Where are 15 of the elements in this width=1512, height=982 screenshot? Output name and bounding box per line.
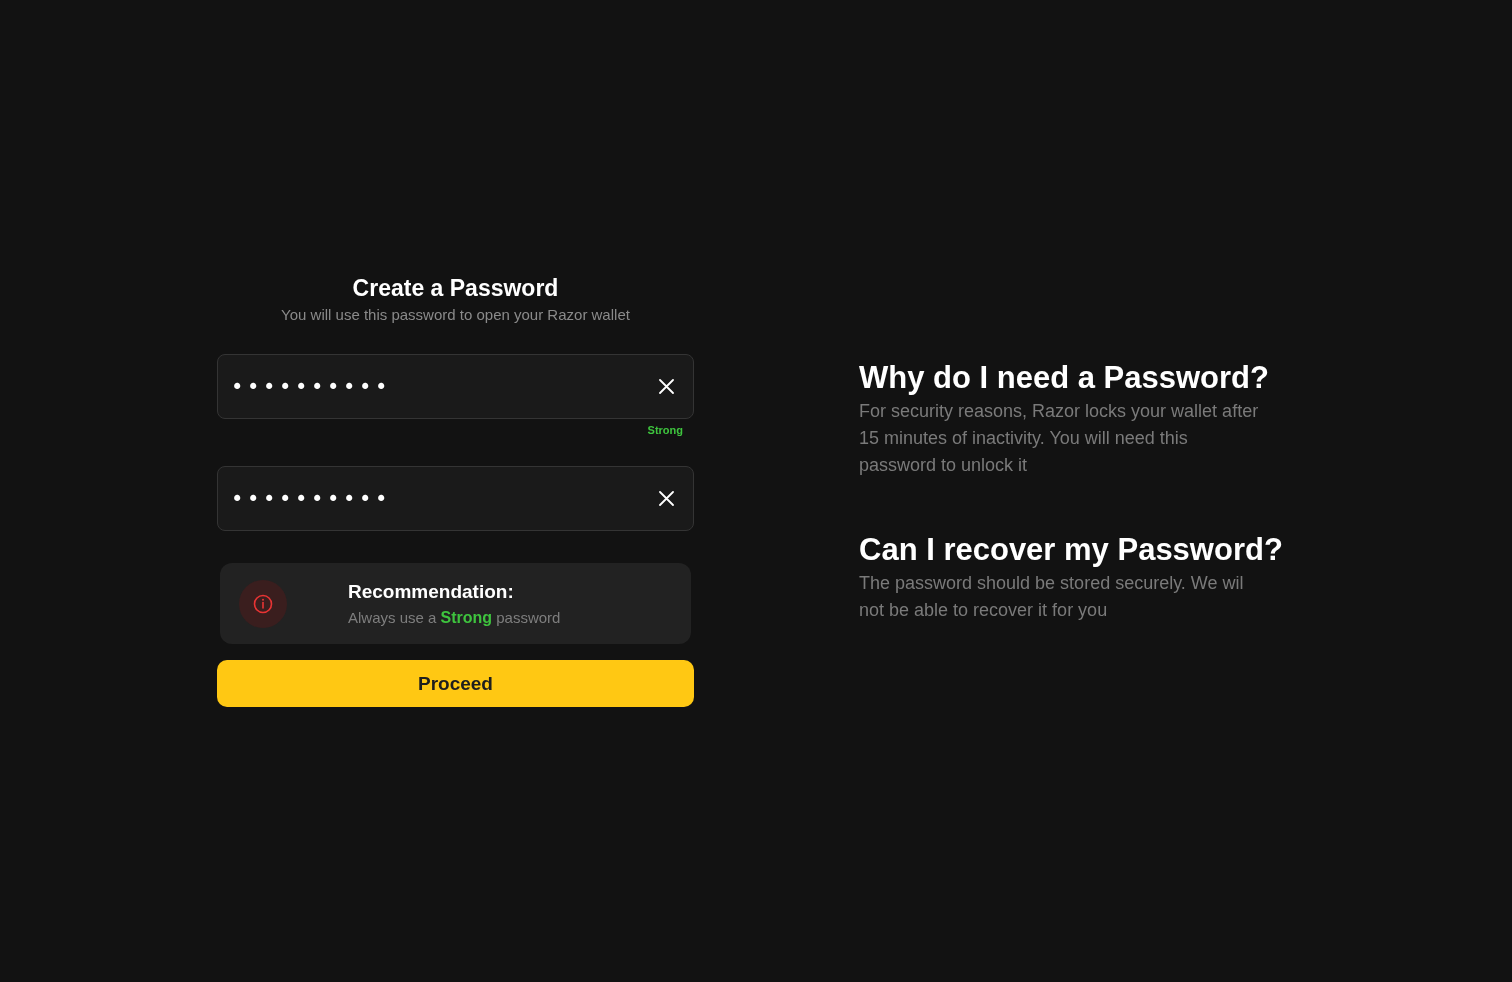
strength-label: Strong <box>647 423 683 437</box>
form-title: Create a Password <box>352 274 559 303</box>
proceed-button[interactable]: Proceed <box>217 660 694 707</box>
recommendation-title: Recommendation: <box>348 580 515 603</box>
faq-question: Can I recover my Password? <box>859 530 1283 569</box>
close-icon[interactable] <box>659 491 674 506</box>
faq-answer: For security reasons, Razor locks your wallet after 15 minutes of inactivity. You will need this password to unlock it <box>859 399 1260 477</box>
form-subtitle: You will use this password to open your Razor wallet <box>281 305 630 325</box>
password-field[interactable]: •••••••••• <box>217 354 694 419</box>
faq-answer: The password should be stored securely. We wil not be able to recover it for you <box>859 571 1245 622</box>
password-field[interactable]: •••••••••• <box>217 466 694 531</box>
info-icon <box>239 579 287 628</box>
close-icon[interactable] <box>659 379 674 394</box>
faq-question: Why do I need a Password? <box>859 358 1269 397</box>
recommendation-text: Always use a Strong password <box>348 608 561 627</box>
